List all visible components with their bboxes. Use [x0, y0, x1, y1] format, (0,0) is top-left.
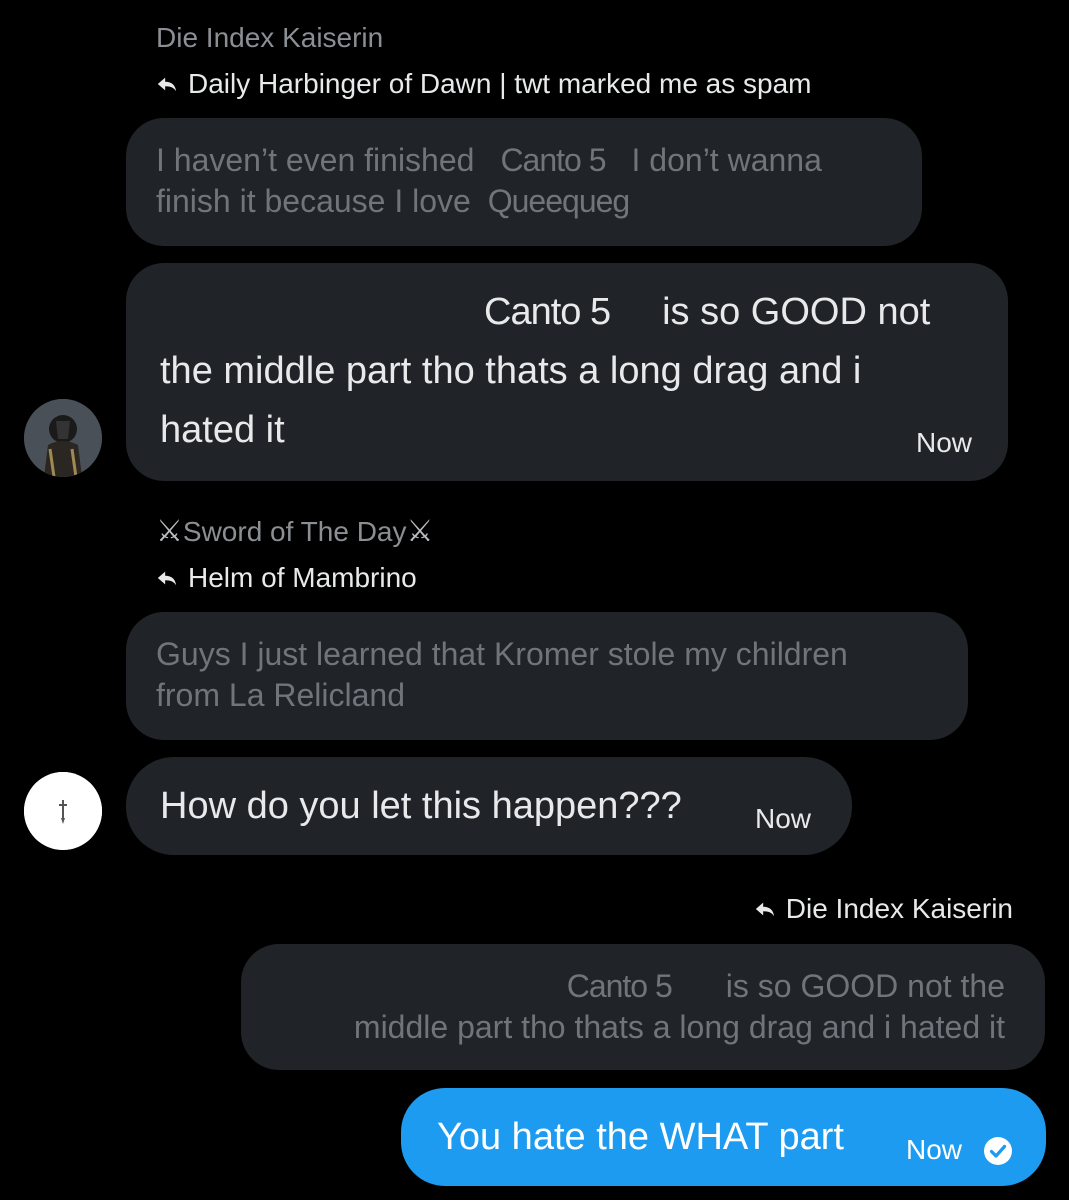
quoted-text: Guys I just learned that Kromer stole my… — [156, 634, 848, 716]
reply-arrow-icon — [157, 571, 177, 586]
quoted-queequeg-link: Queequeg — [487, 183, 630, 219]
sender-name-row: ⚔ Sword of The Day ⚔ — [156, 514, 433, 549]
message-text: hated it — [160, 409, 285, 451]
reply-arrow-icon — [157, 77, 177, 92]
reply-to-label: Die Index Kaiserin — [785, 893, 1013, 924]
quoted-message-bubble[interactable]: Guys I just learned that Kromer stole my… — [126, 612, 968, 740]
quoted-line: is so GOOD not the — [725, 968, 1005, 1004]
message-text: the middle part tho thats a long drag an… — [160, 350, 862, 392]
quoted-text: Canto 5 is so GOOD not the middle part th… — [354, 966, 1005, 1048]
message-text: You hate the WHAT part — [437, 1116, 844, 1158]
reply-reference[interactable]: Daily Harbinger of Dawn | twt marked me … — [156, 68, 812, 100]
quoted-line: I haven’t even finished — [156, 142, 475, 178]
quoted-canto-link: Canto 5 — [500, 142, 606, 178]
quoted-line: finish it because I love — [156, 183, 471, 219]
armored-knight-avatar[interactable] — [24, 399, 102, 477]
quoted-line: I don’t wanna — [631, 142, 822, 178]
own-message-bubble[interactable]: You hate the WHAT part Now — [401, 1088, 1046, 1186]
message-timestamp: Now — [755, 803, 812, 834]
crossed-swords-icon: ⚔ — [406, 515, 434, 548]
quoted-message-bubble[interactable]: Canto 5 is so GOOD not the middle part th… — [241, 944, 1045, 1070]
sender-name: Sword of The Day — [182, 515, 407, 547]
reply-arrow-icon — [755, 902, 774, 917]
reply-to-label: Helm of Mambrino — [188, 562, 417, 593]
quoted-canto-link: Canto 5 — [566, 968, 673, 1004]
quoted-message-bubble[interactable]: I haven’t even finished Canto 5 I don’t wa… — [126, 118, 922, 246]
message-bubble[interactable]: How do you let this happen??? Now — [126, 757, 852, 855]
message-bubble[interactable]: Canto 5 is so GOOD not the middle part th… — [126, 263, 1008, 481]
knight-avatar-icon — [24, 399, 102, 477]
dagger-avatar[interactable] — [24, 772, 102, 850]
quoted-line: from La Relicland — [156, 677, 405, 713]
quoted-line: middle part tho thats a long drag and i … — [353, 1009, 1005, 1045]
reply-reference[interactable]: Die Index Kaiserin — [754, 893, 1013, 925]
reply-to-label: Daily Harbinger of Dawn | twt marked me … — [188, 68, 812, 99]
message-timestamp: Now — [906, 1134, 963, 1165]
message-text: How do you let this happen??? — [160, 785, 682, 827]
quoted-text: I haven’t even finished Canto 5 I don’t wa… — [156, 140, 822, 222]
dagger-avatar-icon — [24, 772, 102, 850]
sender-name: Die Index Kaiserin — [156, 22, 384, 53]
read-check-icon — [984, 1137, 1012, 1165]
crossed-swords-icon: ⚔ — [156, 515, 183, 548]
quoted-line: Guys I just learned that Kromer stole my… — [156, 636, 848, 672]
reply-reference[interactable]: Helm of Mambrino — [156, 562, 417, 594]
message-text: is so GOOD not — [662, 291, 931, 333]
message-timestamp: Now — [915, 427, 972, 458]
canto-link[interactable]: Canto 5 — [484, 291, 611, 333]
